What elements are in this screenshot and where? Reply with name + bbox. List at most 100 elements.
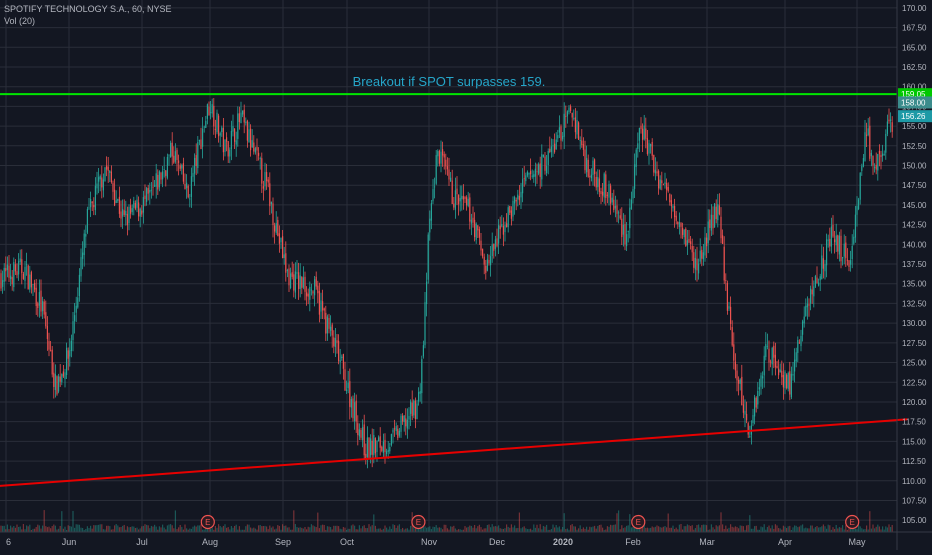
candle-body: [890, 119, 892, 121]
volume-bar: [270, 527, 272, 532]
volume-bar: [795, 525, 797, 532]
candle-body: [739, 379, 741, 384]
candle-body: [146, 188, 148, 202]
candle-body: [770, 361, 772, 363]
candle-body: [848, 260, 850, 267]
volume-bar: [701, 525, 703, 532]
candle-body: [309, 286, 311, 300]
candle-body: [654, 169, 656, 174]
volume-bar: [272, 526, 274, 532]
candle-body: [158, 171, 160, 188]
candle-body: [240, 112, 242, 124]
candle-body: [427, 234, 429, 280]
volume-bar: [194, 525, 196, 532]
volume-bar: [275, 528, 277, 532]
candle-body: [520, 191, 522, 198]
volume-bar: [96, 525, 98, 532]
candle-body: [430, 203, 432, 221]
volume-bar: [797, 527, 799, 532]
volume-bar: [736, 526, 738, 532]
volume-bar: [304, 526, 306, 532]
volume-bar: [19, 526, 21, 532]
candle-body: [723, 246, 725, 281]
candle-body: [370, 438, 372, 456]
volume-bar: [80, 527, 82, 532]
candle-body: [571, 112, 573, 118]
volume-bar: [621, 525, 623, 532]
volume-bar: [618, 510, 620, 532]
volume-bar: [10, 525, 12, 532]
candle-body: [349, 381, 351, 407]
candle-body: [506, 223, 508, 228]
price-tick-label: 142.50: [902, 221, 927, 230]
volume-bar: [702, 524, 704, 532]
candle-body: [530, 170, 532, 175]
volume-bar: [101, 524, 103, 532]
volume-bar: [45, 526, 47, 532]
time-tick-label: Jul: [136, 537, 148, 547]
candle-body: [821, 255, 823, 280]
volume-bar: [840, 527, 842, 532]
volume-bar: [512, 527, 514, 532]
candle-body: [658, 170, 660, 189]
candle-body: [162, 171, 164, 180]
volume-bar: [882, 526, 884, 532]
earnings-marker-label: E: [205, 518, 210, 527]
candle-body: [534, 168, 536, 177]
candle-body: [320, 300, 322, 312]
candle-body: [725, 280, 727, 281]
candle-body: [83, 233, 85, 255]
candle-body: [82, 252, 84, 259]
candle-body: [355, 400, 357, 422]
volume-bar: [760, 526, 762, 532]
candle-body: [286, 270, 288, 271]
time-tick-label: Sep: [275, 537, 291, 547]
volume-bar: [354, 525, 356, 532]
volume-bar: [3, 525, 5, 532]
volume-bar: [662, 526, 664, 532]
volume-bar: [803, 528, 805, 532]
volume-bar: [264, 525, 266, 532]
candle-body: [653, 154, 655, 173]
candle-body: [109, 170, 111, 173]
volume-bar: [632, 527, 634, 532]
candle-body: [458, 194, 460, 205]
volume-bar: [278, 525, 280, 532]
volume-bar: [93, 525, 95, 532]
price-tick-label: 165.00: [902, 43, 927, 52]
candle-body: [234, 128, 236, 142]
volume-bar: [302, 528, 304, 532]
volume-bar: [197, 525, 199, 532]
volume-bar: [680, 524, 682, 532]
candle-body: [414, 400, 416, 420]
volume-bar: [109, 526, 111, 532]
candle-body: [339, 360, 341, 363]
volume-bar: [546, 524, 548, 532]
candle-body: [706, 237, 708, 247]
candle-body: [19, 258, 21, 262]
volume-bar: [106, 525, 108, 532]
candle-body: [445, 159, 447, 167]
chart-area[interactable]: E E E E 105.00 107.50 110.00 112.50 115.00 117.5…: [0, 0, 932, 550]
price-tick-label: 107.50: [902, 496, 927, 505]
volume-bar: [261, 526, 263, 532]
candle-body: [490, 256, 492, 266]
candle-body: [120, 211, 122, 219]
candle-body: [381, 446, 383, 451]
chart-svg[interactable]: E E E E 105.00 107.50 110.00 112.50 115.00 117.5…: [0, 0, 932, 550]
volume-bar: [160, 527, 162, 532]
candle-body: [384, 439, 386, 453]
candle-body: [456, 188, 458, 195]
candle-body: [610, 185, 612, 204]
candle-body: [136, 199, 138, 208]
candle-body: [5, 268, 7, 272]
volume-bar: [126, 526, 128, 532]
candle-body: [630, 199, 632, 209]
volume-bar: [589, 526, 591, 532]
candle-body: [675, 215, 677, 221]
candle-body: [528, 172, 530, 175]
candle-body: [91, 201, 93, 204]
candle-body: [405, 418, 407, 427]
candle-body: [480, 240, 482, 251]
candle-body: [573, 118, 575, 119]
